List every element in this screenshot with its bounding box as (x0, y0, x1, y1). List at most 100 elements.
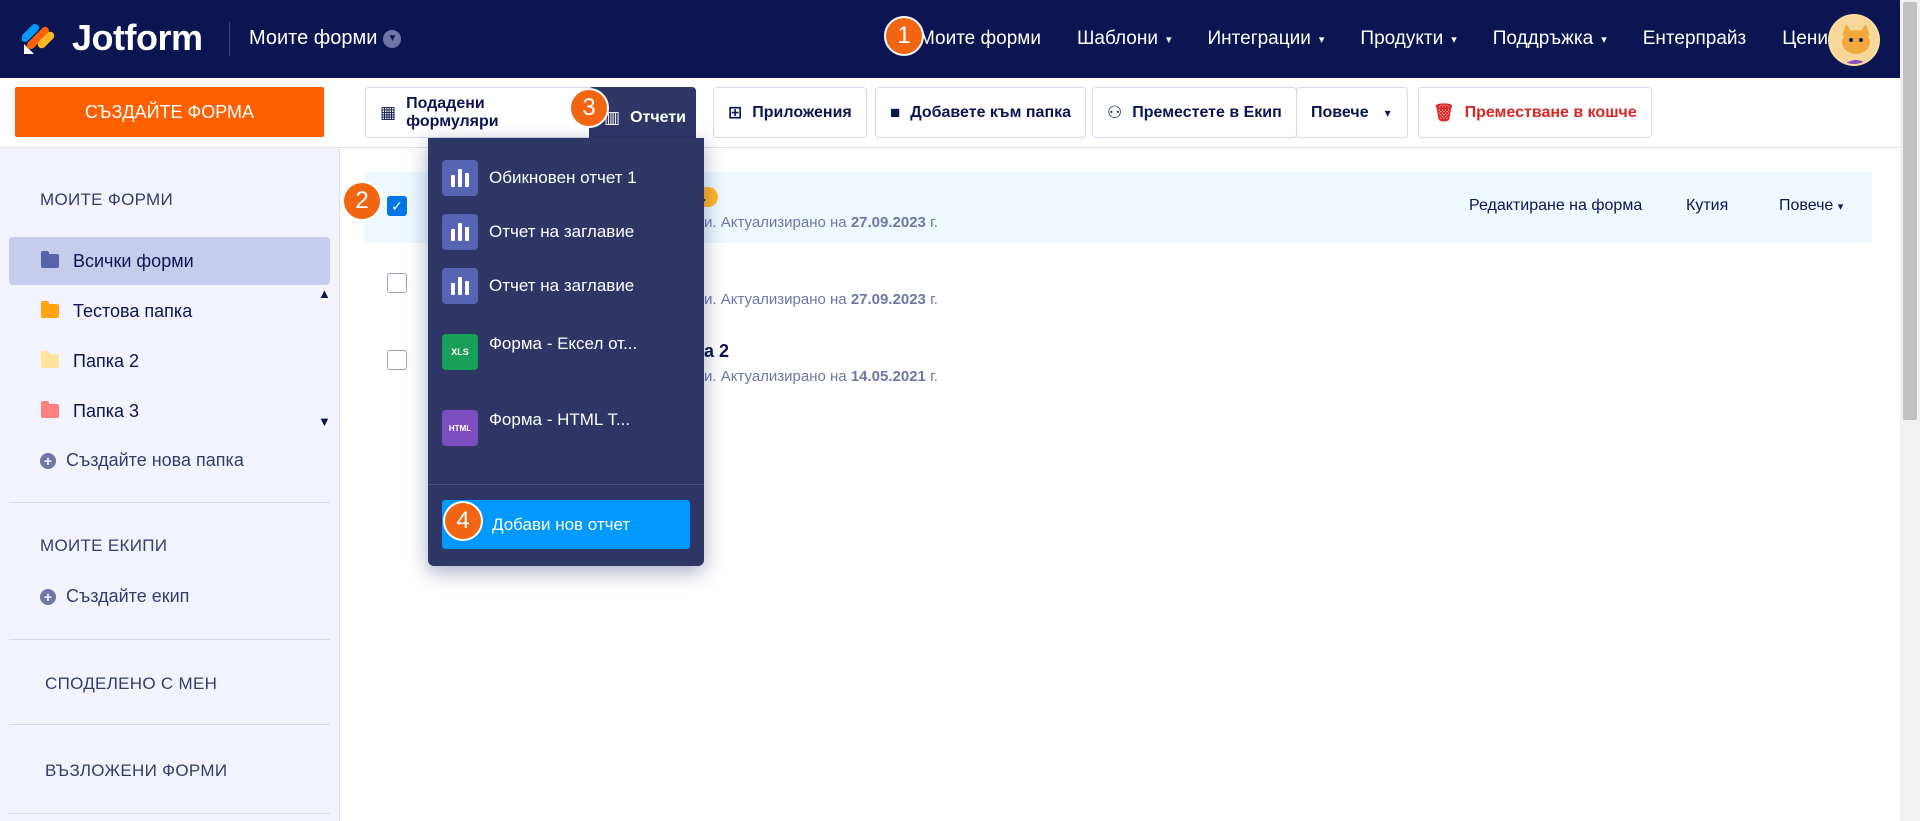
step-marker-4: 4 (443, 501, 483, 541)
logo-divider (229, 22, 230, 56)
create-form-button[interactable]: СЪЗДАЙТЕ ФОРМА (15, 87, 324, 137)
nav-products-label: Продукти (1360, 28, 1444, 49)
top-navigation-bar: Jotform Моите форми ▼ Моите форми Шаблон… (0, 0, 1920, 78)
apps-grid-icon: ⊞ (728, 102, 743, 122)
menu-divider (428, 484, 704, 485)
bar-chart-icon (442, 214, 478, 250)
report-item[interactable]: Отчет на заглавие (442, 268, 634, 304)
my-forms-switcher-label: Моите форми (249, 27, 378, 49)
cat-avatar-icon (1830, 16, 1878, 64)
row-more-label: Повече (1779, 197, 1834, 214)
folder-icon (41, 351, 59, 368)
my-forms-switcher[interactable]: Моите форми ▼ (249, 27, 402, 50)
report-item-label: Форма - Ексел от... (489, 334, 638, 353)
form-meta-prefix: и. Актуализирано на (704, 291, 851, 308)
jotform-logo[interactable]: Jotform (22, 17, 203, 59)
nav-products[interactable]: Продукти ▾ (1360, 28, 1456, 50)
nav-templates[interactable]: Шаблони ▾ (1077, 28, 1172, 50)
sidebar-divider (9, 813, 330, 814)
shared-with-me-link[interactable]: СПОДЕЛЕНО С МЕН (45, 674, 217, 694)
form-meta-prefix: и. Актуализирано на (704, 214, 851, 231)
nav-support-label: Поддръжка (1492, 28, 1594, 49)
nav-pricing[interactable]: Цени (1782, 28, 1828, 50)
form-updated-date: 14.05.2021 (850, 368, 926, 385)
sidebar-item-label: Папка 3 (73, 400, 139, 421)
sidebar-item-label: Папка 2 (73, 350, 139, 371)
edit-form-link[interactable]: Редактиране на форма (1469, 197, 1642, 215)
nav-my-forms-label: Моите форми (918, 28, 1041, 49)
form-meta-suffix: г. (925, 368, 938, 385)
add-to-folder-button[interactable]: ■ Добавете към папка (875, 87, 1087, 138)
chevron-down-icon: ▾ (1384, 105, 1391, 120)
plus-icon: + (40, 452, 56, 469)
sidebar-item-label: Тестова папка (73, 300, 193, 321)
move-to-team-button[interactable]: ⚇ Преместете в Екип (1092, 87, 1297, 138)
folder-icon (41, 251, 59, 268)
sidebar-item-all-forms[interactable]: Всички форми (9, 237, 330, 285)
apps-button[interactable]: ⊞ Приложения (713, 87, 867, 138)
team-icon: ⚇ (1107, 102, 1123, 122)
form-meta: и. Актуализирано на 27.09.2023 г. (704, 214, 938, 231)
sidebar-item-test-folder[interactable]: Тестова папка (9, 287, 330, 335)
report-item[interactable]: XLS Форма - Ексел от... (442, 334, 637, 370)
nav-my-forms[interactable]: Моите форми (919, 28, 1041, 50)
add-to-folder-label: Добавете към папка (910, 103, 1072, 121)
sidebar-item-folder-2[interactable]: Папка 2 (9, 337, 330, 385)
nav-support[interactable]: Поддръжка ▾ (1493, 28, 1607, 50)
chevron-down-icon: ▾ (1451, 33, 1457, 46)
page-scrollbar[interactable] (1900, 0, 1920, 821)
scroll-up-icon[interactable]: ▲ (318, 286, 331, 301)
user-avatar[interactable] (1828, 14, 1880, 66)
row-more-link[interactable]: Повече ▾ (1779, 197, 1843, 215)
report-item[interactable]: Обикновен отчет 1 (442, 160, 637, 196)
plus-icon: + (40, 588, 56, 605)
step-marker-3: 3 (569, 88, 609, 128)
form-checkbox[interactable]: ✓ (387, 196, 407, 216)
move-to-trash-button[interactable]: 🗑 Преместване в кошче (1418, 87, 1652, 138)
submissions-button[interactable]: ▦ Подадени формуляри (365, 87, 595, 138)
chevron-down-icon: ▼ (383, 29, 402, 48)
sidebar-divider (9, 502, 330, 503)
apps-label: Приложения (752, 103, 852, 121)
nav-enterprise-label: Ентерпрайз (1642, 28, 1747, 49)
form-checkbox[interactable] (387, 350, 407, 370)
nav-enterprise[interactable]: Ентерпрайз (1643, 28, 1747, 50)
form-meta-prefix: и. Актуализирано на (704, 368, 851, 385)
xls-file-icon: XLS (442, 334, 478, 370)
chevron-down-icon: ▾ (1601, 33, 1607, 46)
main-nav: Моите форми Шаблони ▾ Интеграции ▾ Продукт… (883, 0, 1828, 78)
form-updated-date: 27.09.2023 (850, 291, 926, 308)
create-new-folder-link[interactable]: + Създайте нова папка (40, 450, 244, 471)
folder-icon (41, 301, 59, 318)
folder-icon (41, 401, 59, 418)
form-checkbox[interactable] (387, 273, 407, 293)
scrollbar-thumb[interactable] (1903, 2, 1917, 420)
report-item[interactable]: Отчет на заглавие (442, 214, 634, 250)
bar-chart-icon (442, 160, 478, 196)
scroll-down-icon[interactable]: ▼ (318, 414, 331, 429)
form-updated-date: 27.09.2023 (850, 214, 926, 231)
form-title: а 2 (704, 341, 730, 361)
nav-integrations[interactable]: Интеграции ▾ (1207, 28, 1324, 50)
create-new-folder-label: Създайте нова папка (66, 450, 244, 470)
form-meta: и. Актуализирано на 27.09.2023 г. (704, 291, 938, 308)
report-item[interactable]: HTML Форма - HTML Т... (442, 410, 630, 446)
more-button[interactable]: Повече ▾ (1296, 87, 1408, 138)
step-marker-2: 2 (342, 181, 382, 221)
nav-pricing-label: Цени (1782, 28, 1828, 49)
folder-plus-icon: ■ (890, 102, 901, 122)
sidebar: СЪЗДАЙТЕ ФОРМА МОИТЕ ФОРМИ Всички форми … (0, 78, 340, 821)
inbox-link[interactable]: Кутия (1686, 197, 1728, 215)
create-team-link[interactable]: + Създайте екип (40, 586, 189, 607)
report-item-label: Обикновен отчет 1 (489, 168, 637, 187)
chevron-down-icon: ▾ (1318, 33, 1325, 46)
nav-templates-label: Шаблони (1076, 28, 1158, 49)
chevron-down-icon: ▾ (1837, 201, 1844, 213)
nav-integrations-label: Интеграции (1207, 28, 1311, 49)
report-item-label: Отчет на заглавие (489, 276, 635, 295)
report-item-label: Отчет на заглавие (489, 222, 635, 241)
move-to-team-label: Преместете в Екип (1132, 103, 1282, 121)
sidebar-item-folder-3[interactable]: Папка 3 (9, 387, 330, 435)
assigned-forms-link[interactable]: ВЪЗЛОЖЕНИ ФОРМИ (45, 761, 227, 781)
sidebar-divider (9, 639, 330, 640)
